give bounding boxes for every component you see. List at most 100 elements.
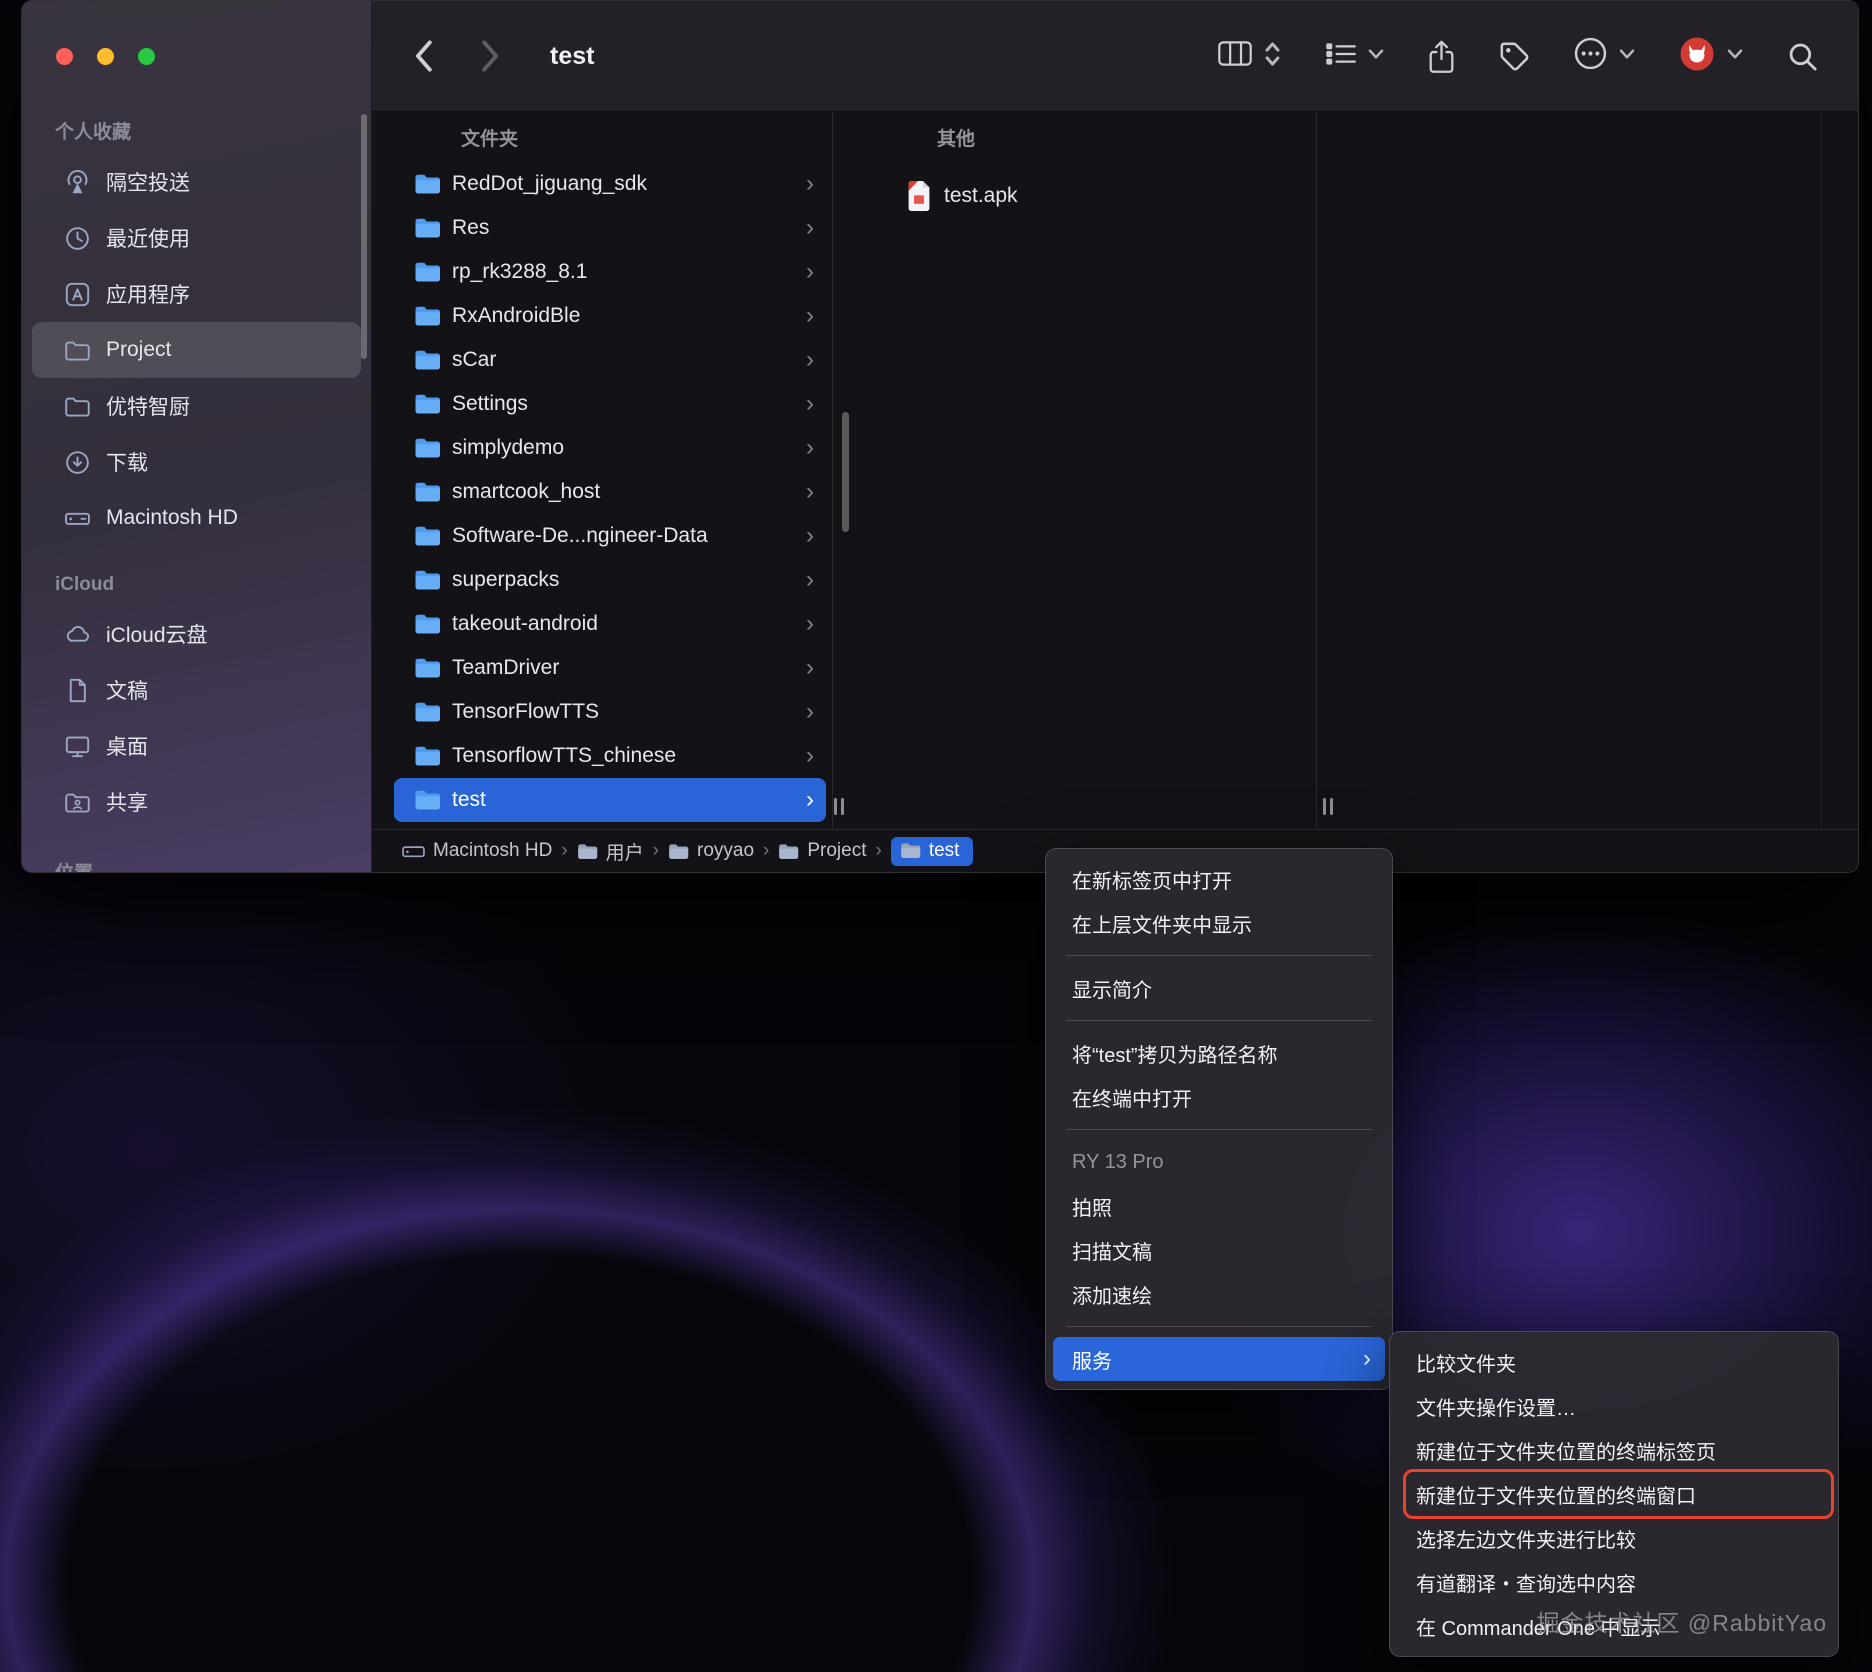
folder-row[interactable]: Software-De...ngineer-Data › <box>394 514 826 558</box>
forward-button[interactable] <box>480 39 502 73</box>
menu-item-open-in-terminal[interactable]: 在终端中打开 <box>1053 1075 1385 1119</box>
chevron-right-icon: › <box>806 434 814 461</box>
breadcrumb-item[interactable]: 用户 <box>577 838 644 865</box>
folder-row[interactable]: superpacks › <box>394 558 826 602</box>
menu-item-label: 新建位于文件夹位置的终端标签页 <box>1416 1441 1716 1464</box>
ellipsis-icon <box>1574 37 1607 75</box>
menu-item-get-info[interactable]: 显示简介 <box>1053 966 1385 1010</box>
more-actions-button[interactable] <box>1574 37 1635 75</box>
sidebar-item-youtezhichu[interactable]: 优特智厨 <box>32 378 361 434</box>
harddrive-small-icon <box>402 843 425 860</box>
breadcrumb-item[interactable]: Project <box>778 840 867 862</box>
menu-item-compare-folders[interactable]: 比较文件夹 <box>1397 1340 1831 1384</box>
menu-item-label: RY 13 Pro <box>1072 1150 1164 1173</box>
group-by-button[interactable] <box>1325 41 1384 72</box>
share-button[interactable] <box>1428 40 1455 73</box>
view-switcher[interactable] <box>1218 40 1281 73</box>
folder-name: rp_rk3288_8.1 <box>452 260 588 283</box>
clock-icon <box>64 225 91 252</box>
menu-item-add-sketch[interactable]: 添加速绘 <box>1053 1272 1385 1316</box>
breadcrumb-label: test <box>928 839 960 861</box>
menu-item-scan-documents[interactable]: 扫描文稿 <box>1053 1228 1385 1272</box>
folder-row[interactable]: test › <box>394 778 826 822</box>
applications-icon <box>64 281 91 308</box>
app-badge-icon <box>1679 36 1715 77</box>
chevron-right-icon: › <box>561 840 568 861</box>
sidebar-item-airdrop[interactable]: 隔空投送 <box>32 154 361 210</box>
columns-view-icon <box>1218 40 1252 72</box>
sidebar-item-desktop[interactable]: 桌面 <box>32 718 361 774</box>
menu-item-copy-pathname[interactable]: 将“test”拷贝为路径名称 <box>1053 1031 1385 1075</box>
airdrop-icon <box>64 169 91 196</box>
sidebar-scrollbar[interactable] <box>361 114 367 359</box>
extension-button[interactable] <box>1679 36 1743 77</box>
menu-divider <box>1066 1020 1372 1021</box>
menu-item-take-photo[interactable]: 拍照 <box>1053 1184 1385 1228</box>
sidebar-item-downloads[interactable]: 下载 <box>32 434 361 490</box>
breadcrumb-item[interactable]: Macintosh HD <box>402 840 552 862</box>
back-button[interactable] <box>412 39 434 73</box>
column-other: 其他 test.apk <box>833 112 1317 829</box>
column-resize-handle[interactable] <box>834 798 844 815</box>
menu-item-label: 选择左边文件夹进行比较 <box>1416 1529 1636 1552</box>
sidebar-item-shared[interactable]: 共享 <box>32 774 361 830</box>
menu-item-label: 新建位于文件夹位置的终端窗口 <box>1416 1485 1696 1508</box>
tags-button[interactable] <box>1499 41 1530 72</box>
folder-icon <box>414 173 441 195</box>
sidebar-item-icloud-drive[interactable]: iCloud云盘 <box>32 606 361 662</box>
menu-item-show-enclosing-folder[interactable]: 在上层文件夹中显示 <box>1053 901 1385 945</box>
shared-icon <box>64 789 91 816</box>
close-button[interactable] <box>56 48 73 65</box>
sidebar-item-project[interactable]: Project <box>32 322 361 378</box>
column-resize-handle[interactable] <box>1323 798 1333 815</box>
column-header: 其他 <box>937 128 976 150</box>
folder-row[interactable]: Res › <box>394 206 826 250</box>
folder-outline-icon <box>64 337 91 364</box>
folder-row[interactable]: sCar › <box>394 338 826 382</box>
menu-item-services[interactable]: 服务 › <box>1053 1337 1385 1381</box>
menu-item-youdao-translate[interactable]: 有道翻译・查询选中内容 <box>1397 1560 1831 1604</box>
folder-icon <box>414 701 441 723</box>
chevron-right-icon: › <box>875 840 882 861</box>
sidebar-item-macintosh-hd[interactable]: Macintosh HD <box>32 490 361 546</box>
file-row[interactable]: test.apk <box>833 172 1316 220</box>
chevron-right-icon: › <box>806 170 814 197</box>
menu-item-open-new-tab[interactable]: 在新标签页中打开 <box>1053 857 1385 901</box>
search-button[interactable] <box>1787 41 1818 72</box>
breadcrumb-item[interactable]: royyao <box>668 840 754 862</box>
folder-row[interactable]: simplydemo › <box>394 426 826 470</box>
folder-row[interactable]: Settings › <box>394 382 826 426</box>
sidebar-item-applications[interactable]: 应用程序 <box>32 266 361 322</box>
column-divider <box>1821 112 1822 829</box>
folder-name: simplydemo <box>452 436 565 459</box>
zoom-button[interactable] <box>138 48 155 65</box>
menu-item-select-left-folder-compare[interactable]: 选择左边文件夹进行比较 <box>1397 1516 1831 1560</box>
folder-row[interactable]: TensorFlowTTS › <box>394 690 826 734</box>
folder-row[interactable]: smartcook_host › <box>394 470 826 514</box>
chevron-down-icon <box>1368 47 1384 65</box>
minimize-button[interactable] <box>97 48 114 65</box>
folder-row[interactable]: RxAndroidBle › <box>394 294 826 338</box>
folder-icon <box>414 261 441 283</box>
folder-row[interactable]: takeout-android › <box>394 602 826 646</box>
column-header: 文件夹 <box>461 128 519 150</box>
sidebar-item-recents[interactable]: 最近使用 <box>32 210 361 266</box>
breadcrumb-item[interactable]: test <box>890 836 974 866</box>
folder-icon <box>414 657 441 679</box>
menu-item-new-terminal-tab-at-folder[interactable]: 新建位于文件夹位置的终端标签页 <box>1397 1428 1831 1472</box>
sidebar-item-label: 最近使用 <box>106 228 190 251</box>
folder-name: TensorFlowTTS <box>452 700 600 723</box>
folder-icon <box>414 789 441 811</box>
folder-name: test <box>452 788 486 811</box>
sidebar-item-documents[interactable]: 文稿 <box>32 662 361 718</box>
column-scrollbar[interactable] <box>842 412 849 532</box>
folder-row[interactable]: TensorflowTTS_chinese › <box>394 734 826 778</box>
breadcrumb-label: royyao <box>697 840 755 861</box>
sidebar-item-label: Macintosh HD <box>106 506 238 529</box>
menu-item-folder-actions-setup[interactable]: 文件夹操作设置… <box>1397 1384 1831 1428</box>
menu-item-new-terminal-window-at-folder[interactable]: 新建位于文件夹位置的终端窗口 <box>1397 1469 1834 1519</box>
folder-icon <box>414 217 441 239</box>
folder-row[interactable]: RedDot_jiguang_sdk › <box>394 162 826 206</box>
folder-row[interactable]: TeamDriver › <box>394 646 826 690</box>
folder-row[interactable]: rp_rk3288_8.1 › <box>394 250 826 294</box>
